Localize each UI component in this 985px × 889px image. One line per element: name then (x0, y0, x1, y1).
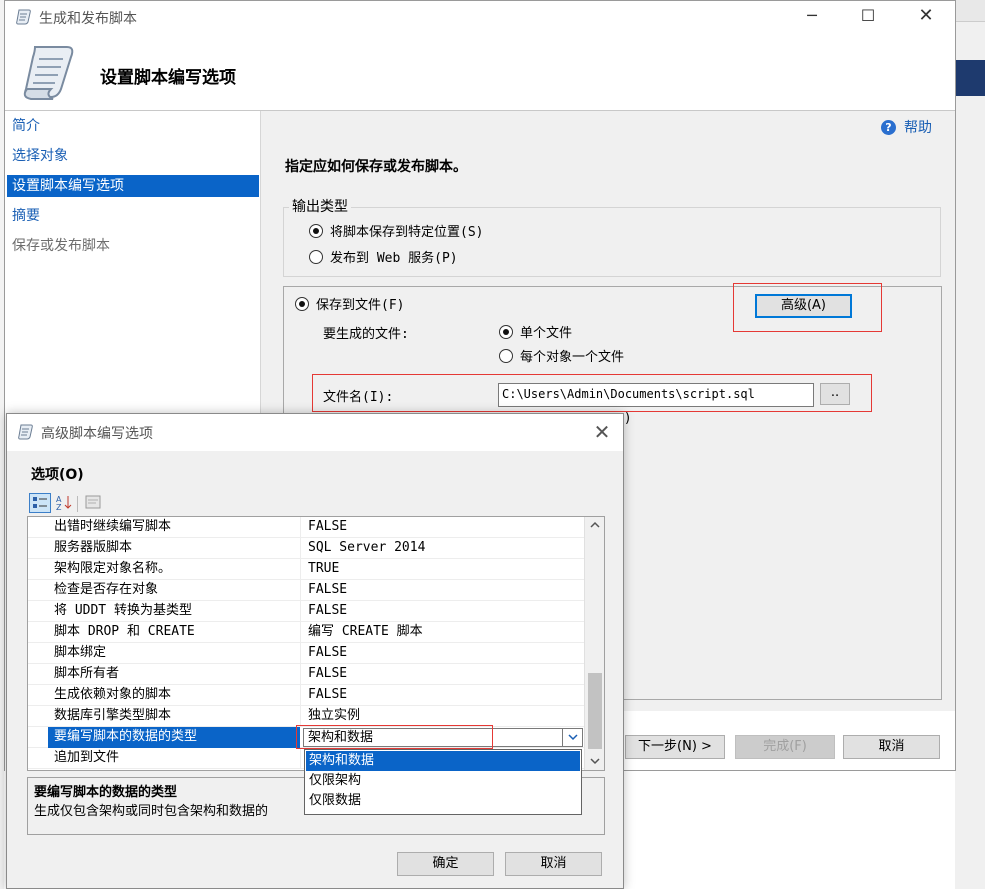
nav-item-scripting-options[interactable]: 设置脚本编写选项 (7, 175, 259, 197)
radio-selected-icon (499, 325, 513, 339)
file-per-object-label: 每个对象一个文件 (520, 350, 625, 365)
single-file-radio[interactable]: 单个文件 (499, 322, 572, 341)
table-row[interactable]: 生成依赖对象的脚本 FALSE (28, 685, 585, 706)
chevron-down-icon[interactable] (589, 755, 601, 770)
table-row[interactable]: 服务器版脚本 SQL Server 2014 (28, 538, 585, 559)
help-label: 帮助 (904, 120, 932, 136)
dialog-cancel-button[interactable]: 取消 (505, 852, 602, 876)
categorized-icon (33, 497, 47, 508)
save-to-file-radio[interactable]: 保存到文件(F) (295, 294, 404, 313)
dropdown-option-data-only[interactable]: 仅限数据 (306, 791, 580, 811)
next-button[interactable]: 下一步(N) > (625, 735, 725, 759)
output-type-legend: 输出类型 (289, 196, 351, 216)
output-type-group (283, 207, 941, 277)
script-icon (17, 423, 35, 445)
instruction-text: 指定应如何保存或发布脚本。 (285, 159, 467, 175)
script-icon (15, 8, 33, 30)
dropdown-option-schema-and-data[interactable]: 架构和数据 (306, 751, 580, 771)
save-to-location-radio[interactable]: 将脚本保存到特定位置(S) (309, 221, 483, 240)
dialog-title-bar: 高级脚本编写选项 ✕ (7, 414, 623, 450)
nav-item-save-publish: 保存或发布脚本 (12, 238, 110, 254)
radio-unselected-icon (309, 250, 323, 264)
ok-button[interactable]: 确定 (397, 852, 494, 876)
data-type-dropdown-list: 架构和数据 仅限架构 仅限数据 (304, 749, 582, 815)
filename-input[interactable]: C:\Users\Admin\Documents\script.sql (498, 383, 814, 407)
save-to-location-label: 将脚本保存到特定位置(S) (330, 225, 484, 240)
alphabetical-view-button[interactable]: AZ (54, 493, 76, 513)
table-row[interactable]: 脚本所有者 FALSE (28, 664, 585, 685)
dropdown-option-schema-only[interactable]: 仅限架构 (306, 771, 580, 791)
maximize-button[interactable]: ☐ (845, 1, 891, 33)
table-row[interactable]: 脚本 DROP 和 CREATE 编写 CREATE 脚本 (28, 622, 585, 643)
finish-button: 完成(F) (735, 735, 835, 759)
help-link[interactable]: ? 帮助 (881, 117, 932, 137)
publish-web-radio[interactable]: 发布到 Web 服务(P) (309, 247, 458, 266)
radio-selected-icon (295, 297, 309, 311)
table-row[interactable]: 架构限定对象名称。 TRUE (28, 559, 585, 580)
advanced-button[interactable]: 高级(A) (755, 294, 852, 318)
save-to-file-label: 保存到文件(F) (316, 298, 405, 313)
nav-item-select-objects[interactable]: 选择对象 (7, 145, 259, 167)
radio-unselected-icon (499, 349, 513, 363)
sort-az-icon: AZ (56, 495, 72, 512)
highlight-box (296, 725, 493, 749)
title-bar: 生成和发布脚本 ─ ☐ ✕ (5, 1, 955, 33)
wizard-header: 设置脚本编写选项 (5, 33, 955, 111)
dialog-title: 高级脚本编写选项 (41, 426, 153, 442)
background-window (955, 0, 985, 889)
property-pages-button (83, 493, 105, 513)
table-row[interactable]: 脚本绑定 FALSE (28, 643, 585, 664)
partial-hidden-text: ) (625, 411, 631, 426)
files-to-generate-label: 要生成的文件: (323, 327, 409, 342)
property-pages-icon (85, 495, 101, 509)
nav-item-summary[interactable]: 摘要 (7, 205, 259, 227)
scroll-icon (21, 43, 77, 105)
page-title: 设置脚本编写选项 (100, 68, 236, 88)
radio-selected-icon (309, 224, 323, 238)
publish-web-label: 发布到 Web 服务(P) (330, 251, 458, 266)
minimize-button[interactable]: ─ (789, 1, 835, 33)
description-title: 要编写脚本的数据的类型 (34, 785, 178, 800)
svg-text:Z: Z (56, 503, 62, 511)
cancel-button[interactable]: 取消 (843, 735, 940, 759)
chevron-down-icon[interactable] (562, 729, 582, 746)
help-icon: ? (881, 120, 896, 135)
options-label: 选项(O) (31, 467, 84, 483)
categorized-view-button[interactable] (29, 493, 51, 513)
table-row[interactable]: 数据库引擎类型脚本 独立实例 (28, 706, 585, 727)
chevron-up-icon[interactable] (589, 519, 601, 535)
file-per-object-radio[interactable]: 每个对象一个文件 (499, 346, 624, 365)
single-file-label: 单个文件 (520, 326, 573, 341)
filename-label: 文件名(I): (323, 390, 394, 405)
window-title: 生成和发布脚本 (39, 11, 137, 27)
table-row[interactable]: 将 UDDT 转换为基类型 FALSE (28, 601, 585, 622)
table-row[interactable]: 检查是否存在对象 FALSE (28, 580, 585, 601)
table-row[interactable]: 出错时继续编写脚本 FALSE (28, 517, 585, 538)
close-button[interactable]: ✕ (903, 1, 949, 33)
scrollbar-thumb[interactable] (588, 673, 602, 749)
advanced-options-dialog: 高级脚本编写选项 ✕ 选项(O) AZ 出错时继续编写脚本 FALSE 服务器版脚… (6, 413, 624, 889)
description-text: 生成仅包含架构或同时包含架构和数据的 (34, 804, 269, 819)
browse-button[interactable]: .. (820, 383, 850, 405)
grid-scrollbar[interactable] (584, 517, 604, 770)
nav-item-intro[interactable]: 简介 (7, 115, 259, 137)
close-icon[interactable]: ✕ (587, 418, 617, 446)
